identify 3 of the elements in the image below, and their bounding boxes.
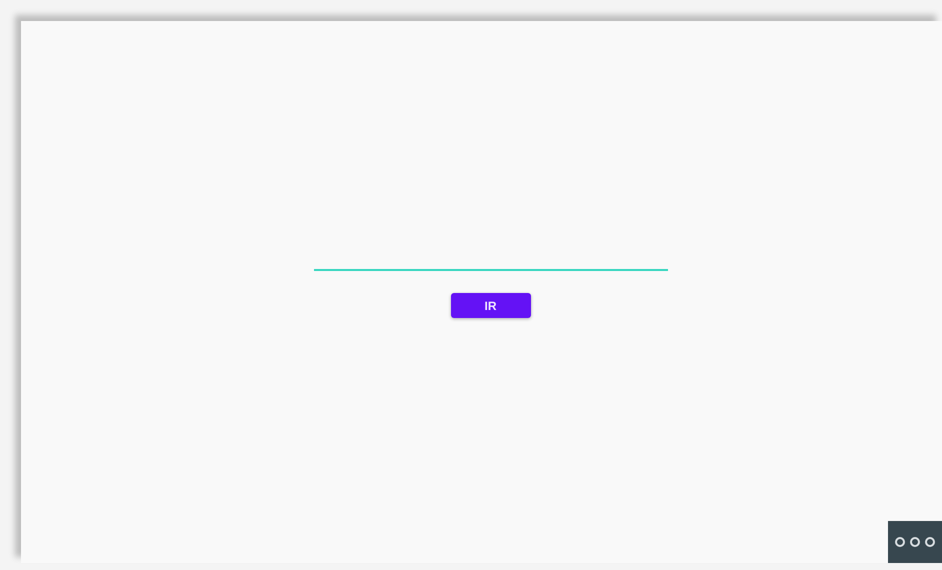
more-button[interactable] [888,521,942,563]
submit-button[interactable]: IR [450,293,530,318]
more-icon [893,536,937,548]
